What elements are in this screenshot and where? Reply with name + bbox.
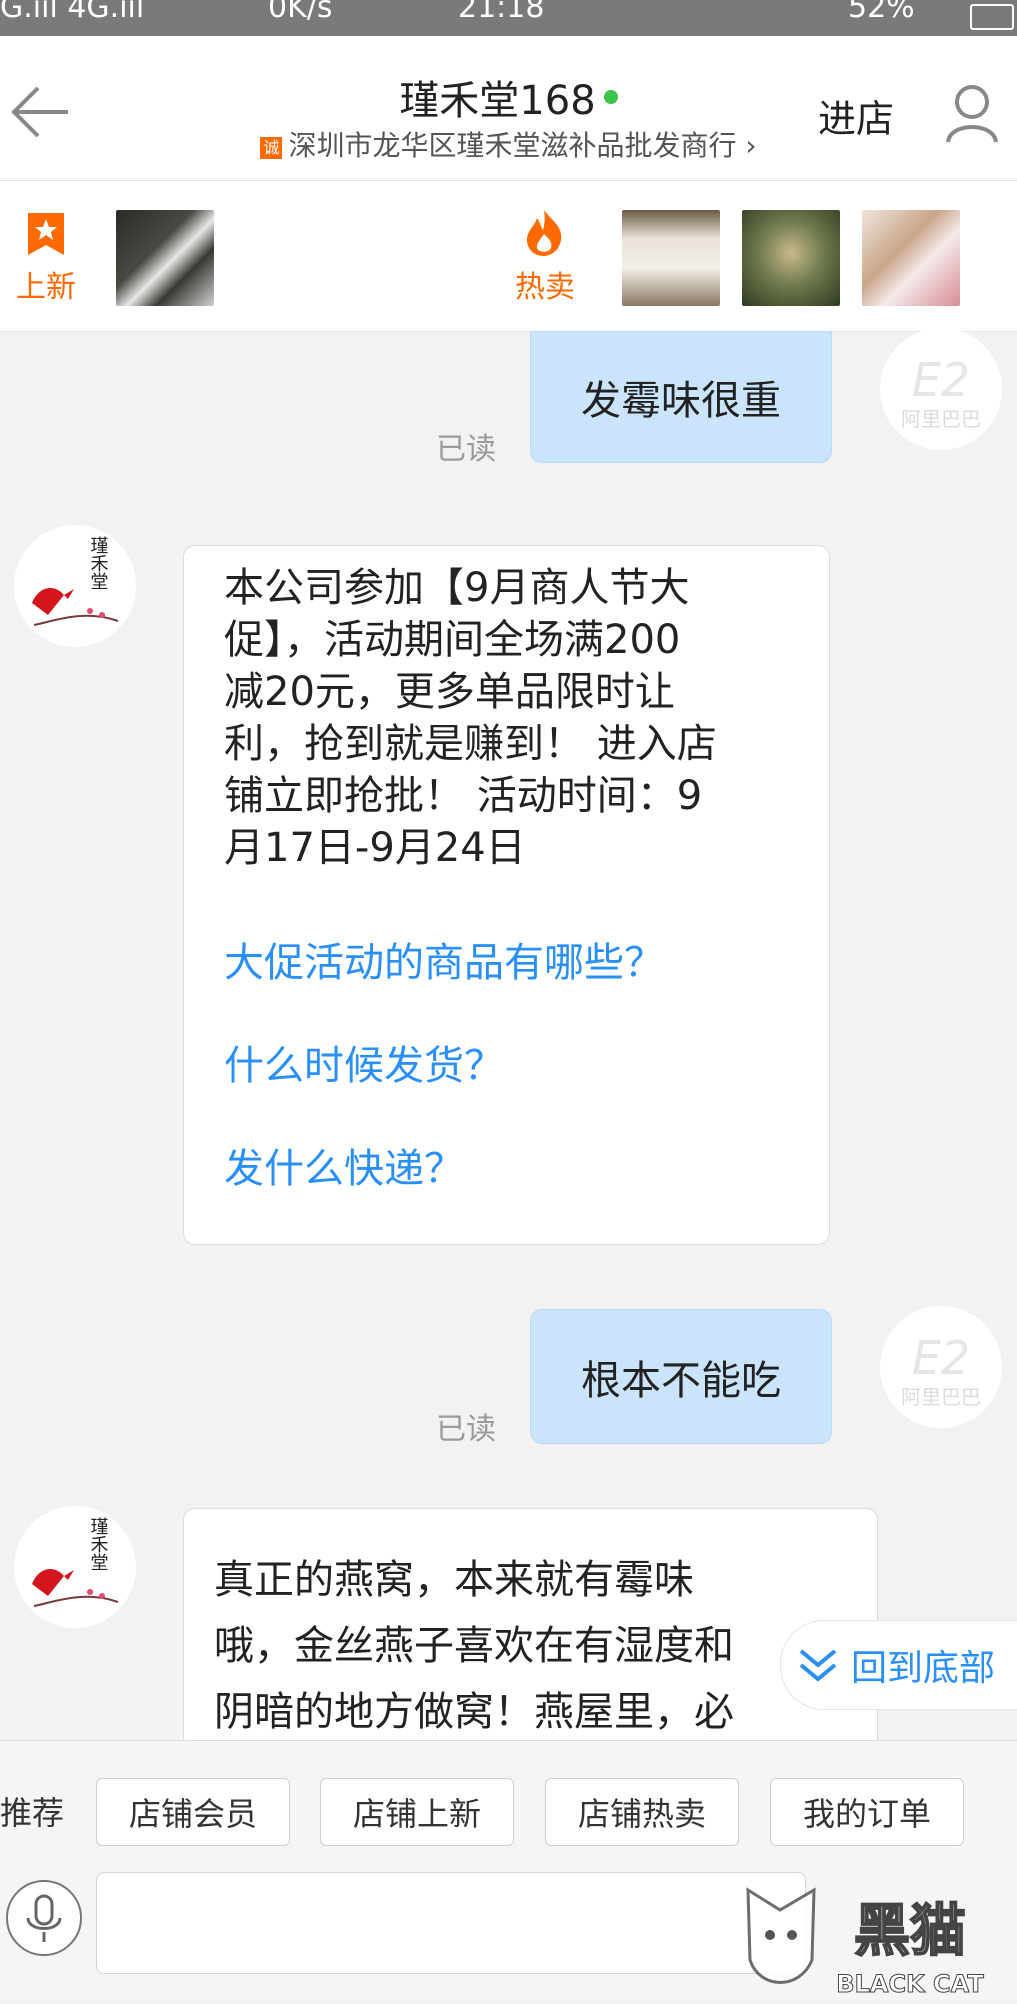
voice-input-button[interactable]	[6, 1880, 82, 1956]
shop-logo-icon: 瑾禾堂	[32, 536, 119, 626]
network-speed: 0K/s	[268, 0, 333, 25]
svg-text:瑾禾堂: 瑾禾堂	[88, 536, 109, 590]
message-line: 月17日-9月24日	[224, 825, 526, 871]
outgoing-message-bubble[interactable]: 发霉味很重	[530, 331, 832, 463]
clock: 21:18	[458, 0, 545, 25]
battery-icon	[970, 4, 1014, 30]
shop-logo-icon: 瑾禾堂	[32, 1517, 119, 1607]
company-name: 深圳市龙华区瑾禾堂滋补品批发商行	[288, 129, 737, 162]
double-chevron-down-icon	[799, 1649, 837, 1682]
status-bar: G.ııl 4G.ııl 0K/s 21:18 52%	[0, 0, 1017, 36]
shop-name: 瑾禾堂168	[399, 78, 596, 124]
reply-message-text: 真正的燕窝，本来就有霉味 哦，金丝燕子喜欢在有湿度和 阴暗的地方做窝！燕屋里，必	[214, 1547, 854, 1745]
shop-avatar[interactable]: 瑾禾堂	[14, 525, 136, 647]
svg-text:E2: E2	[912, 1331, 970, 1385]
message-text: 根本不能吃	[581, 1357, 781, 1404]
cat-logo-icon: 黑猫 BLACK CAT	[746, 1887, 985, 1999]
message-line: 真正的燕窝，本来就有霉味	[214, 1557, 694, 1603]
user-avatar[interactable]: E2 阿里巴巴	[880, 328, 1002, 450]
online-status-dot	[603, 90, 618, 104]
new-arrival-label[interactable]: 上新	[6, 262, 86, 306]
faq-link-courier[interactable]: 发什么快递？	[224, 1136, 464, 1194]
faq-link-promo-items[interactable]: 大促活动的商品有哪些？	[224, 930, 664, 988]
chevron-right-icon: ›	[736, 129, 757, 162]
message-line: 利，抢到就是赚到！ 进入店	[224, 721, 717, 767]
back-to-bottom-button[interactable]: 回到底部	[780, 1620, 1017, 1710]
signal-indicator: G.ııl 4G.ııl	[0, 0, 145, 25]
hot-product-thumbnail-1[interactable]	[622, 210, 720, 306]
read-receipt-2: 已读	[436, 1412, 496, 1447]
profile-icon[interactable]	[944, 84, 1000, 144]
message-text: 发霉味很重	[581, 378, 781, 424]
chip-shop-hot[interactable]: 店铺热卖	[545, 1778, 739, 1846]
hot-sale-label[interactable]: 热卖	[505, 262, 585, 306]
hot-product-thumbnail-2[interactable]	[742, 210, 840, 306]
cheng-badge-icon: 诚	[260, 137, 283, 159]
promo-message-text: 本公司参加【9月商人节大 促】，活动期间全场满200 减20元，更多单品限时让 …	[224, 562, 824, 874]
shop-avatar-2[interactable]: 瑾禾堂	[14, 1506, 136, 1628]
new-arrival-icon	[28, 213, 64, 255]
alibaba-logo-icon: E2 阿里巴巴	[901, 1331, 981, 1409]
message-line: 本公司参加【9月商人节大	[224, 565, 690, 611]
back-to-bottom-label: 回到底部	[851, 1648, 996, 1689]
chip-my-orders[interactable]: 我的订单	[770, 1778, 964, 1846]
svg-text:BLACK CAT: BLACK CAT	[836, 1970, 984, 1998]
chip-shop-membership[interactable]: 店铺会员	[96, 1778, 290, 1846]
microphone-icon	[26, 1894, 62, 1942]
outgoing-message-bubble-2[interactable]: 根本不能吃	[530, 1309, 832, 1444]
enter-shop-button[interactable]: 进店	[818, 88, 894, 143]
message-line: 促】，活动期间全场满200	[224, 617, 681, 663]
black-cat-watermark: 黑猫 BLACK CAT	[740, 1880, 1017, 2000]
faq-link-shipping-time[interactable]: 什么时候发货？	[224, 1033, 504, 1091]
svg-text:E2: E2	[912, 353, 970, 407]
message-line: 哦，金丝燕子喜欢在有湿度和	[214, 1623, 734, 1669]
svg-text:阿里巴巴: 阿里巴巴	[901, 407, 981, 431]
user-avatar-2[interactable]: E2 阿里巴巴	[880, 1306, 1002, 1428]
message-line: 阴暗的地方做窝！燕屋里，必	[214, 1689, 734, 1735]
svg-text:瑾禾堂: 瑾禾堂	[88, 1517, 109, 1571]
fire-icon	[527, 210, 562, 256]
message-line: 减20元，更多单品限时让	[224, 669, 675, 715]
alibaba-logo-icon: E2 阿里巴巴	[901, 353, 981, 431]
message-line: 铺立即抢批！ 活动时间：9	[224, 773, 703, 819]
recommend-label: 推荐	[0, 1794, 65, 1832]
chip-shop-new[interactable]: 店铺上新	[320, 1778, 514, 1846]
read-receipt: 已读	[436, 432, 496, 467]
svg-text:阿里巴巴: 阿里巴巴	[901, 1385, 981, 1409]
new-product-thumbnail[interactable]	[116, 210, 214, 306]
svg-text:黑猫: 黑猫	[854, 1899, 966, 1964]
hot-product-thumbnail-3[interactable]	[862, 210, 960, 306]
battery-level: 52%	[848, 0, 915, 25]
message-input[interactable]	[96, 1872, 806, 1974]
